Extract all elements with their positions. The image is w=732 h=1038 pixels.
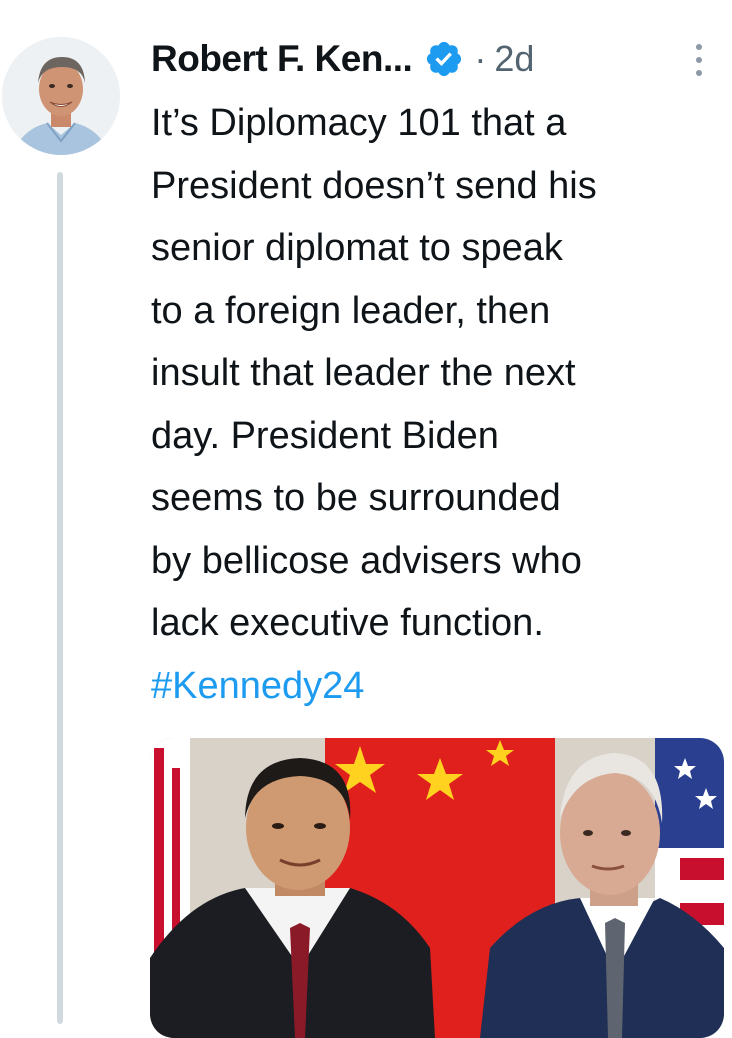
avatar-image	[2, 37, 120, 155]
separator-dot: ·	[474, 38, 487, 79]
tweet-text: It’s Diplomacy 101 that a President does…	[151, 92, 721, 717]
tweet-line: by bellicose advisers who	[151, 539, 582, 582]
media-photo	[150, 738, 724, 1038]
avatar[interactable]	[2, 37, 120, 155]
more-dots-icon	[696, 44, 702, 76]
tweet-media-image[interactable]	[150, 738, 724, 1038]
thread-line	[57, 172, 63, 1024]
hashtag-link[interactable]: #Kennedy24	[151, 655, 721, 718]
tweet-line: to a foreign leader, then	[151, 289, 551, 332]
tweet-line: seems to be surrounded	[151, 477, 561, 519]
tweet-header: Robert F. Ken... · 2d	[151, 34, 534, 84]
timestamp[interactable]: 2d	[494, 38, 534, 80]
author-name[interactable]: Robert F. Ken...	[151, 38, 413, 80]
verified-badge-icon	[427, 41, 462, 77]
tweet-line: senior diplomat to speak	[151, 227, 563, 269]
tweet-line: President doesn’t send his	[151, 164, 597, 207]
tweet-line: insult that leader the next	[151, 352, 576, 394]
tweet-line: day. President Biden	[151, 414, 499, 457]
tweet-line: It’s Diplomacy 101 that a	[151, 102, 567, 144]
tweet-line: lack executive function.	[151, 602, 544, 644]
more-options-button[interactable]	[690, 42, 708, 78]
